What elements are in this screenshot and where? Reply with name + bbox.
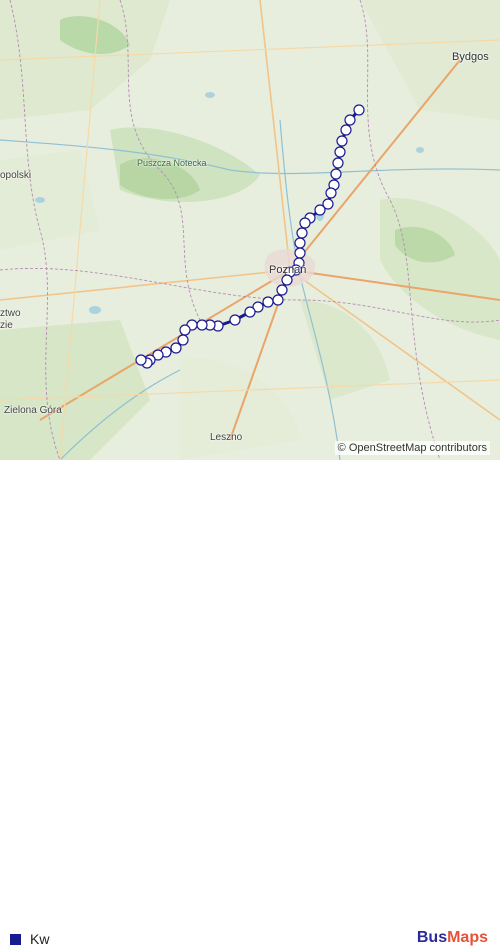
bus-stop-marker[interactable] — [336, 135, 348, 147]
map-attribution[interactable]: © OpenStreetMap contributors — [334, 441, 490, 455]
brand-part1: Bus — [416, 929, 448, 946]
bus-stop-marker[interactable] — [353, 104, 365, 116]
bus-stop-marker[interactable] — [299, 217, 311, 229]
bus-stop-marker[interactable] — [170, 342, 182, 354]
place-poznan: Poznań — [269, 264, 307, 276]
bus-stop-marker[interactable] — [344, 114, 356, 126]
place-zie: zie — [0, 320, 13, 331]
bus-stop-marker[interactable] — [332, 157, 344, 169]
bus-stop-marker[interactable] — [340, 124, 352, 136]
bus-stop-marker[interactable] — [262, 296, 274, 308]
brand-part2: Maps — [447, 929, 488, 946]
place-opolski: opolski — [0, 170, 32, 181]
bus-stop-marker[interactable] — [294, 237, 306, 249]
bus-stop-marker[interactable] — [314, 204, 326, 216]
map[interactable]: Bydgos Puszcza Notecka Poznań opolski Zi… — [0, 0, 500, 460]
app: Bydgos Puszcza Notecka Poznań opolski Zi… — [0, 0, 500, 947]
map-canvas — [0, 0, 500, 460]
bus-stop-marker[interactable] — [177, 334, 189, 346]
place-leszno: Leszno — [210, 432, 243, 443]
bus-stop-marker[interactable] — [330, 168, 342, 180]
busmaps-logo[interactable]: BusMaps — [417, 929, 488, 947]
terrain — [0, 0, 500, 460]
bus-stop-marker[interactable] — [276, 284, 288, 296]
footer: Kw BusMaps — [0, 460, 500, 947]
place-bydgoszcz: Bydgos — [452, 51, 489, 63]
legend-swatch — [10, 934, 21, 945]
bus-stop-marker[interactable] — [272, 294, 284, 306]
bus-stop-marker[interactable] — [229, 314, 241, 326]
place-ztwo: ztwo — [0, 308, 21, 319]
place-puszcza-notecka: Puszcza Notecka — [137, 158, 207, 168]
bus-stop-marker[interactable] — [244, 306, 256, 318]
bus-stop-marker[interactable] — [294, 247, 306, 259]
bus-stop-marker[interactable] — [334, 146, 346, 158]
bus-stop-marker[interactable] — [196, 319, 208, 331]
place-zielona-gora: Zielona Góra — [4, 405, 62, 416]
bus-stop-marker[interactable] — [296, 227, 308, 239]
bus-stop-marker[interactable] — [325, 187, 337, 199]
bus-stop-marker[interactable] — [135, 354, 147, 366]
bus-stop-marker[interactable] — [179, 324, 191, 336]
legend-label: Kw — [30, 931, 50, 947]
bus-stop-marker[interactable] — [281, 274, 293, 286]
